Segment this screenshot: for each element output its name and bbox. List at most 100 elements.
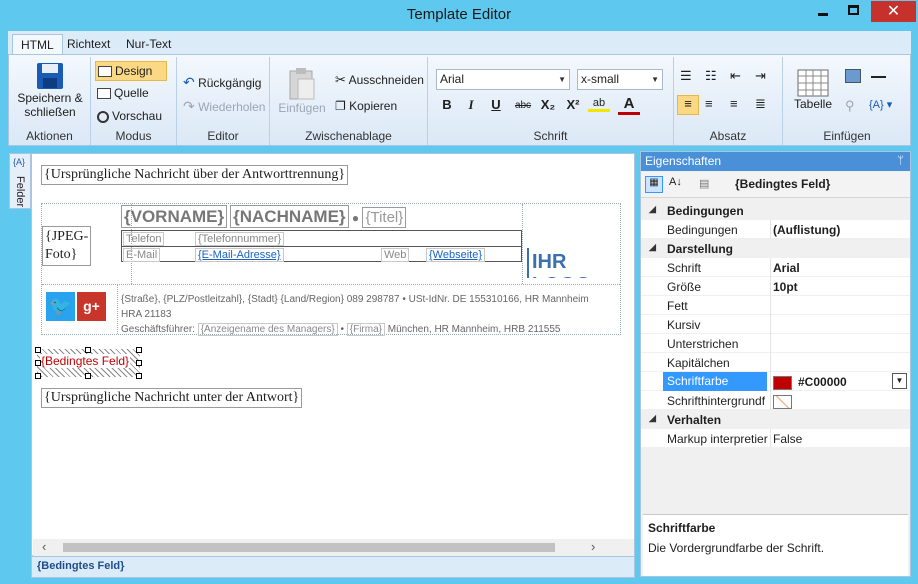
categorized-icon[interactable]: ▦ [645,176,663,193]
property-row[interactable]: Kursiv [641,315,910,334]
bullet-list-button[interactable]: ☷ [705,68,717,84]
highlight-button[interactable]: ab [588,97,610,112]
nachname-field[interactable]: {NACHNAME} [230,205,349,228]
horizontal-line-button[interactable] [871,76,886,78]
bullet-icon: ● [348,211,363,225]
indent-button[interactable]: ⇥ [755,68,766,84]
property-category[interactable]: ◢ Darstellung [641,239,910,258]
design-button[interactable]: Design [95,61,167,81]
justify-button[interactable]: ≣ [755,96,766,112]
table-button[interactable]: Tabelle [789,69,837,111]
property-row[interactable]: Größe 10pt [641,277,910,296]
top-placeholder[interactable]: {Ursprüngliche Nachricht über der Antwor… [41,165,349,185]
align-left-button[interactable]: ≡ [677,95,699,115]
save-close-button[interactable]: Speichern & schließen [14,61,86,123]
cut-button[interactable]: ✂ Ausschneiden [335,72,424,88]
field-insert-button[interactable]: {A} ▾ [869,98,892,111]
telefon-field[interactable]: {Telefonnummer} [195,232,285,246]
property-pages-icon[interactable]: ▤ [699,177,709,190]
fields-side-tab[interactable]: {A} Felder [9,153,31,209]
scroll-right-icon[interactable]: › [591,539,595,554]
resize-handle[interactable] [35,360,41,366]
bottom-placeholder[interactable]: {Ursprüngliche Nachricht unter der Antwo… [41,388,303,408]
vorschau-button[interactable]: Vorschau [97,109,162,123]
property-value[interactable]: 10pt [773,280,909,294]
resize-handle[interactable] [35,373,41,379]
collapse-icon[interactable]: ◢ [649,242,656,253]
email-field[interactable]: {E-Mail-Adresse} [195,248,284,262]
bold-button[interactable]: B [436,97,458,112]
resize-handle[interactable] [136,360,142,366]
property-row[interactable]: Schrifthintergrundf [641,391,910,410]
property-row[interactable]: Kapitälchen [641,353,910,372]
vorname-field[interactable]: {VORNAME} [121,205,228,228]
numbered-list-button[interactable]: ☰ [680,68,692,84]
italic-button[interactable]: I [460,97,482,113]
collapse-icon[interactable]: ◢ [649,413,656,424]
resize-handle[interactable] [136,373,142,379]
scroll-left-icon[interactable]: ‹ [42,539,46,554]
conditional-field[interactable]: {Bedingtes Feld} [40,354,131,368]
scrollbar-thumb[interactable] [63,543,555,552]
web-field[interactable]: {Webseite} [426,248,486,262]
property-value[interactable] [773,394,909,409]
resize-handle[interactable] [85,373,91,379]
property-category[interactable]: ◢ Bedingungen [641,201,910,220]
property-value[interactable]: #C00000 [773,375,909,390]
address-block[interactable]: {Straße}, {PLZ/Postleitzahl}, {Stadt} {L… [121,292,620,337]
close-button[interactable]: ✕ [871,1,916,22]
property-value[interactable]: False [773,432,909,446]
logo-image[interactable]: IHR LOGO [527,248,620,278]
chevron-down-icon: ▼ [558,75,566,84]
sort-az-icon[interactable]: A↓ [669,176,682,188]
outdent-button[interactable]: ⇤ [730,68,741,84]
font-size-select[interactable]: x-small ▼ [577,69,663,90]
font-family-select[interactable]: Arial ▼ [436,69,570,90]
resize-handle[interactable] [85,347,91,353]
tab-nur-text[interactable]: Nur-Text [118,34,179,55]
underline-button[interactable]: U [485,97,507,112]
manager-field[interactable]: {Anzeigename des Managers} [197,323,338,336]
property-row[interactable]: Schriftfarbe ▼ #C00000 [641,372,910,391]
conditional-field-selection[interactable]: {Bedingtes Feld} [35,347,142,379]
google-plus-icon[interactable]: g+ [77,292,106,321]
property-row[interactable]: Unterstrichen [641,334,910,353]
font-color-button[interactable]: A [618,95,640,115]
tab-html[interactable]: HTML [12,34,63,55]
align-right-button[interactable]: ≡ [730,96,738,111]
property-value[interactable]: Arial [773,261,909,275]
firma-field[interactable]: {Firma} [346,323,385,336]
align-center-button[interactable]: ≡ [705,96,713,111]
collapse-icon[interactable]: ◢ [649,204,656,215]
copy-button[interactable]: ❐ Kopieren [335,99,397,113]
link-button[interactable]: ⚲ [845,98,855,114]
redo-button[interactable]: ↷ Wiederholen [183,98,265,115]
property-row[interactable]: Schrift Arial [641,258,910,277]
name-line[interactable]: {VORNAME} {NACHNAME} ● {Titel} [121,205,407,228]
paste-button[interactable]: Einfügen [277,67,327,115]
property-row[interactable]: Markup interpretier False [641,429,910,448]
minimize-button[interactable] [809,1,837,22]
strikethrough-button[interactable]: abc [512,100,534,111]
tab-richtext[interactable]: Richtext [59,34,118,55]
property-category[interactable]: ◢ Verhalten [641,410,910,429]
image-button[interactable] [845,69,861,83]
subscript-button[interactable]: X₂ [537,97,559,112]
column-divider [770,258,771,277]
resize-handle[interactable] [35,347,41,353]
editor-canvas[interactable]: {Ursprüngliche Nachricht über der Antwor… [31,153,635,556]
property-row[interactable]: Bedingungen (Auflistung) [641,220,910,239]
property-value[interactable]: (Auflistung) [773,223,909,237]
resize-handle[interactable] [136,347,142,353]
horizontal-scrollbar[interactable]: ‹ › [33,539,634,556]
signature-table[interactable]: {JPEG- Foto} {VORNAME} {NACHNAME} ● {Tite… [41,203,621,337]
titel-field[interactable]: {Titel} [362,207,407,228]
photo-placeholder[interactable]: {JPEG- Foto} [42,226,91,266]
property-row[interactable]: Fett [641,296,910,315]
contact-table[interactable]: Telefon {Telefonnummer} E-Mail {E-Mail-A… [121,230,522,262]
undo-button[interactable]: ↶ Rückgängig [183,74,261,91]
quelle-button[interactable]: Quelle [97,86,149,100]
pin-icon[interactable]: ᛘ [897,152,904,171]
superscript-button[interactable]: X² [562,97,584,112]
twitter-icon[interactable]: 🐦 [46,292,75,321]
